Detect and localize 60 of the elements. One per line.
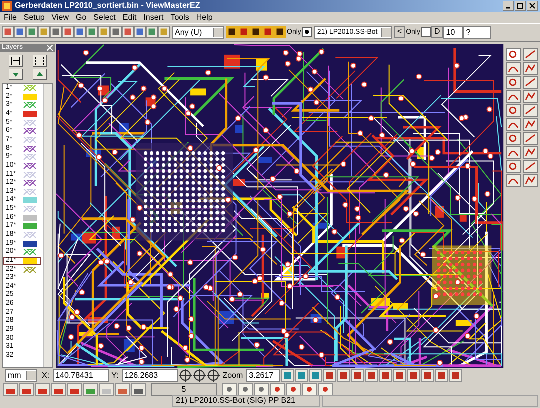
- hatched-layer-swatch: [23, 102, 37, 108]
- expand-icon[interactable]: [8, 54, 22, 67]
- unit-dropdown[interactable]: mm: [5, 368, 37, 382]
- zoom-field[interactable]: 3.2617: [246, 368, 280, 382]
- y-coordinate-field[interactable]: 126.2683: [122, 368, 178, 382]
- y-label: Y:: [110, 370, 120, 380]
- hatched-layer-swatch: [23, 162, 37, 169]
- hatched-layer-swatch: [23, 128, 37, 134]
- menu-item[interactable]: Tools: [170, 12, 190, 22]
- pad-center-icon[interactable]: [286, 382, 301, 396]
- maximize-icon[interactable]: [515, 0, 526, 11]
- hatched-layer-swatch: [23, 120, 37, 126]
- arc-icon[interactable]: [506, 62, 521, 75]
- hatched-layer-swatch: [23, 180, 37, 186]
- value-field[interactable]: 10: [443, 26, 464, 39]
- filter-dropdown[interactable]: Any (U): [172, 26, 224, 39]
- close-icon[interactable]: [527, 0, 538, 11]
- minimize-icon[interactable]: [503, 0, 514, 11]
- hatched-layer-swatch: [23, 188, 37, 195]
- x-label: X:: [41, 370, 51, 380]
- pad-icon[interactable]: [506, 76, 521, 89]
- collapse-icon[interactable]: [32, 54, 46, 67]
- menu-item[interactable]: Setup: [24, 12, 45, 22]
- menu-item[interactable]: Help: [196, 12, 213, 22]
- route-icon[interactable]: [523, 132, 538, 145]
- hatched-layer-swatch: [23, 266, 37, 273]
- zoom-label: Zoom: [222, 370, 244, 380]
- polygon-icon[interactable]: [506, 132, 521, 145]
- x-coordinate-field[interactable]: 140.78431: [52, 368, 109, 382]
- menu-item[interactable]: Insert: [144, 12, 164, 22]
- pad-icon[interactable]: [270, 382, 285, 396]
- menu-item[interactable]: Select: [94, 12, 116, 22]
- menu-item[interactable]: Edit: [122, 12, 137, 22]
- menu-item[interactable]: Go: [76, 12, 87, 22]
- hatched-layer-swatch: [23, 206, 37, 212]
- line-icon[interactable]: [523, 48, 538, 61]
- hatched-layer-swatch: [23, 85, 37, 92]
- status-text: 21) LP2010.SS-Bot (SIG) PP B21: [172, 394, 320, 407]
- hatched-layer-swatch: [23, 146, 37, 152]
- polyline-icon[interactable]: [523, 62, 538, 75]
- only-checkbox[interactable]: [421, 27, 432, 38]
- menu-item[interactable]: File: [4, 12, 17, 22]
- hatched-layer-swatch: [23, 136, 37, 143]
- pad-dots-icon[interactable]: [318, 382, 333, 396]
- d-button[interactable]: D: [431, 26, 444, 38]
- scrollbar[interactable]: [43, 84, 52, 368]
- pad-corner-icon[interactable]: [302, 382, 317, 396]
- step-field[interactable]: 5: [151, 382, 217, 396]
- only-checkbox[interactable]: [302, 27, 312, 38]
- menu-item[interactable]: View: [52, 12, 69, 22]
- target-icon[interactable]: [178, 368, 192, 382]
- hatched-layer-swatch: [23, 154, 37, 160]
- window-title: Gerberdaten LP2010_sortiert.bin - ViewMasterEZ: [15, 1, 200, 10]
- crosshair-icon[interactable]: [192, 368, 206, 382]
- previous-button[interactable]: <: [394, 26, 406, 38]
- hatched-layer-swatch: [23, 232, 37, 238]
- app-icon: [2, 0, 12, 11]
- hatched-layer-swatch: [23, 249, 37, 256]
- hatched-layer-swatch: [23, 172, 37, 178]
- search-field[interactable]: ?: [463, 26, 492, 39]
